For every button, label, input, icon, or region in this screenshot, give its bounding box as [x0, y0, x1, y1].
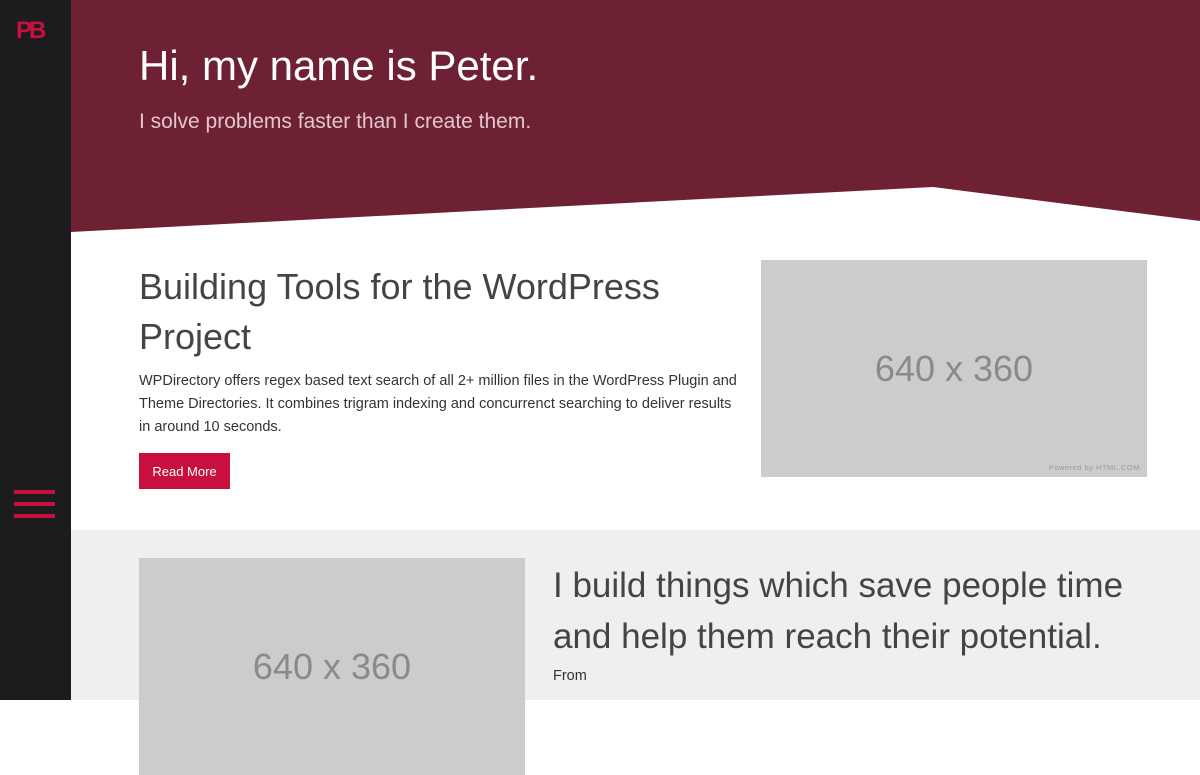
placeholder-credit: Powered by HTML.COM	[1048, 463, 1140, 472]
hero-section: Hi, my name is Peter. I solve problems f…	[71, 0, 1200, 232]
project-section: Building Tools for the WordPress Project…	[71, 232, 1200, 530]
site-logo[interactable]: PB	[16, 19, 46, 43]
main-content: Hi, my name is Peter. I solve problems f…	[71, 0, 1200, 775]
sidebar: PB	[0, 0, 71, 700]
project-description: WPDirectory offers regex based text sear…	[139, 373, 737, 435]
about-title: I build things which save people time an…	[553, 566, 1124, 656]
project-title: Building Tools for the WordPress Project	[139, 266, 660, 357]
about-image-placeholder: 640 x 360	[139, 558, 525, 775]
hamburger-menu-icon[interactable]	[14, 490, 55, 518]
placeholder-size-label: 640 x 360	[874, 347, 1034, 389]
hero-angled-divider	[71, 187, 1200, 232]
placeholder-size-label: 640 x 360	[252, 645, 412, 687]
about-body: From	[553, 668, 587, 684]
project-image-placeholder: 640 x 360 Powered by HTML.COM	[761, 260, 1147, 477]
about-section: 640 x 360 I build things which save peop…	[71, 530, 1200, 775]
read-more-button[interactable]: Read More	[139, 453, 230, 489]
